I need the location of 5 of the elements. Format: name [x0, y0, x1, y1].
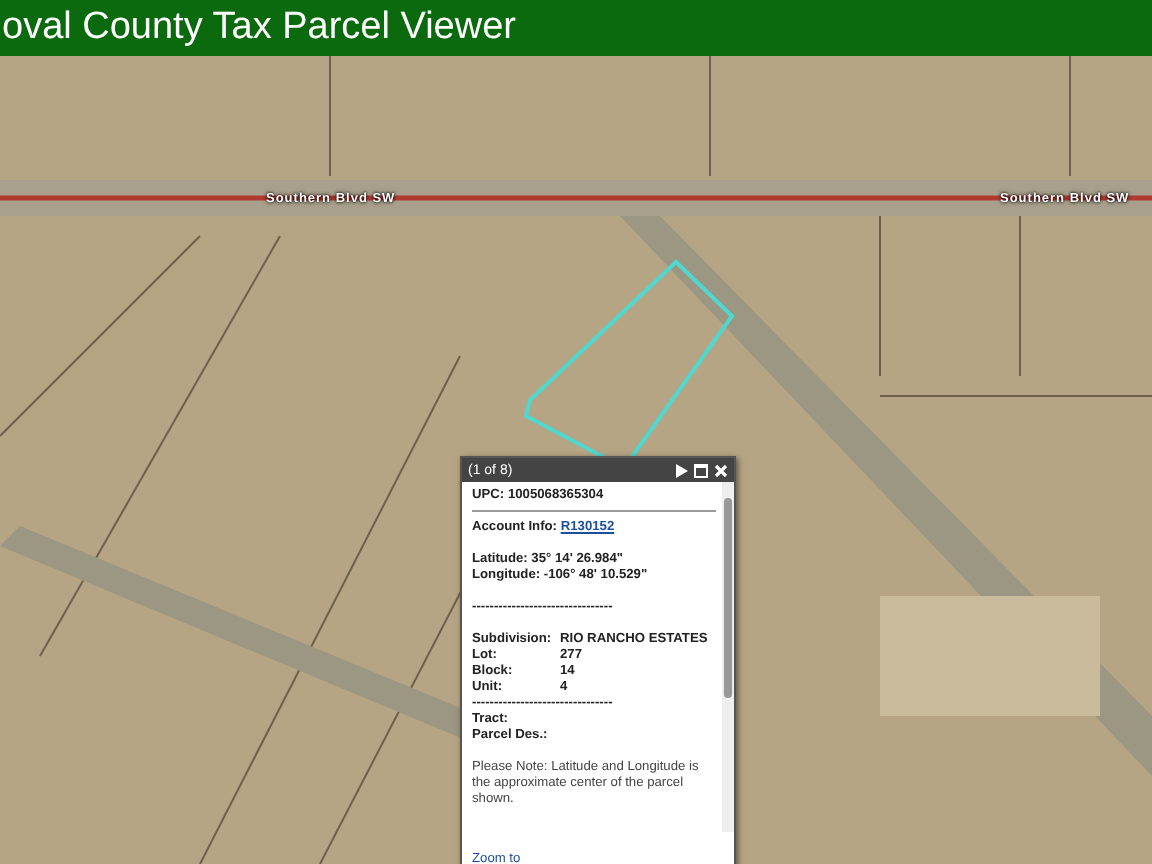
app-title: oval County Tax Parcel Viewer — [0, 0, 1152, 56]
next-icon[interactable] — [676, 463, 688, 477]
close-icon[interactable] — [714, 463, 728, 477]
maximize-icon[interactable] — [694, 463, 708, 477]
scrollbar[interactable] — [722, 482, 734, 832]
